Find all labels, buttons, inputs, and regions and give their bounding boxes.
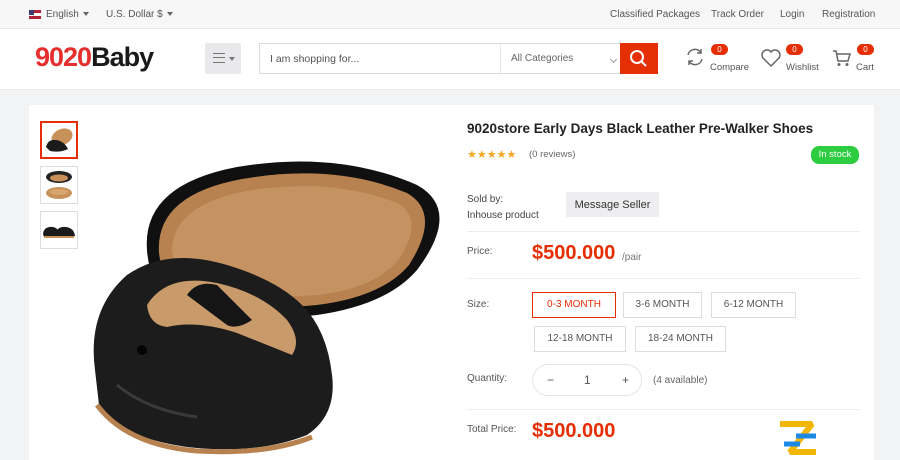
category-select[interactable]: All Categories [500, 44, 622, 73]
search-icon [630, 50, 647, 67]
site-header: 9020Baby All Categories 0 Compare 0 [0, 29, 900, 90]
seller-name: Inhouse product [467, 210, 539, 221]
heart-icon [761, 49, 781, 68]
language-label: English [46, 9, 79, 20]
search-bar: All Categories [259, 43, 621, 74]
product-thumbnail[interactable] [40, 121, 78, 159]
category-menu-button[interactable] [205, 43, 241, 74]
chevron-down-icon [229, 57, 235, 61]
quantity-increase-button[interactable]: + [622, 373, 629, 387]
size-option-3-6-month[interactable]: 3-6 MONTH [623, 292, 702, 318]
quantity-label: Quantity: [467, 373, 508, 384]
us-flag-icon [29, 10, 41, 19]
size-option-18-24-month[interactable]: 18-24 MONTH [635, 326, 726, 352]
shoe-thumbnail-image [46, 128, 73, 152]
rating-stars: ★★★★★ [467, 148, 516, 161]
track-order-link[interactable]: Track Order [711, 9, 764, 20]
currency-selector[interactable]: U.S. Dollar $ [106, 9, 173, 20]
currency-label: U.S. Dollar $ [106, 9, 163, 20]
quantity-decrease-button[interactable]: − [547, 373, 554, 387]
logo-part-1: 9020 [35, 42, 92, 72]
quantity-stepper: − 1 + [532, 364, 642, 396]
compare-icon [687, 48, 703, 66]
chevron-down-icon [609, 55, 618, 64]
hamburger-icon [213, 53, 225, 63]
price-unit: /pair [622, 252, 642, 263]
size-option-12-18-month[interactable]: 12-18 MONTH [534, 326, 626, 352]
language-selector[interactable]: English [46, 9, 89, 20]
search-button[interactable] [620, 43, 658, 74]
wishlist-count-badge: 0 [786, 44, 803, 55]
star-icon: ★ [467, 149, 477, 161]
cart-label: Cart [856, 62, 874, 73]
product-title: 9020store Early Days Black Leather Pre-W… [467, 121, 814, 136]
logo-part-2: Baby [91, 42, 154, 72]
divider [467, 409, 859, 410]
product-thumbnail[interactable] [40, 166, 78, 204]
cart-count-badge: 0 [857, 44, 874, 55]
divider [467, 278, 859, 279]
size-option-0-3-month[interactable]: 0-3 MONTH [532, 292, 616, 318]
total-price-label: Total Price: [467, 424, 517, 435]
wishlist-label: Wishlist [786, 62, 819, 73]
compare-label: Compare [710, 62, 750, 73]
price-label: Price: [467, 246, 493, 257]
watermark-logo [780, 421, 816, 455]
compare-count-badge: 0 [711, 44, 728, 55]
chevron-down-icon [166, 12, 173, 17]
site-logo[interactable]: 9020Baby [35, 42, 154, 73]
sold-by-label: Sold by: [467, 194, 504, 205]
reviews-count[interactable]: (0 reviews) [529, 149, 575, 160]
chevron-down-icon [82, 12, 89, 17]
cart-icon [833, 50, 851, 66]
divider [467, 231, 859, 232]
size-label: Size: [467, 299, 490, 310]
product-card: 9020store Early Days Black Leather Pre-W… [29, 105, 874, 460]
login-link[interactable]: Login [780, 9, 804, 20]
search-input[interactable] [260, 44, 500, 73]
category-select-value: All Categories [511, 53, 574, 64]
star-icon: ★ [476, 149, 487, 161]
product-thumbnail[interactable] [40, 211, 78, 249]
price-value: $500.000 [532, 242, 616, 264]
sold-by: Sold by: Inhouse product [467, 192, 539, 224]
top-bar: English U.S. Dollar $ Classified Package… [0, 0, 900, 29]
classified-packages-link[interactable]: Classified Packages [610, 9, 700, 20]
star-icon: ★ [506, 149, 517, 161]
quantity-value[interactable]: 1 [584, 373, 591, 387]
star-icon: ★ [496, 149, 507, 161]
shoe-thumbnail-image [46, 171, 72, 199]
registration-link[interactable]: Registration [822, 9, 875, 20]
stock-badge: In stock [811, 146, 859, 164]
total-price-value: $500.000 [532, 420, 616, 442]
available-count: (4 available) [653, 375, 708, 386]
shoe-thumbnail-image [43, 226, 75, 238]
star-icon: ★ [486, 149, 497, 161]
message-seller-button[interactable]: Message Seller [566, 192, 659, 217]
product-main-image[interactable] [87, 155, 449, 455]
size-option-6-12-month[interactable]: 6-12 MONTH [711, 292, 796, 318]
